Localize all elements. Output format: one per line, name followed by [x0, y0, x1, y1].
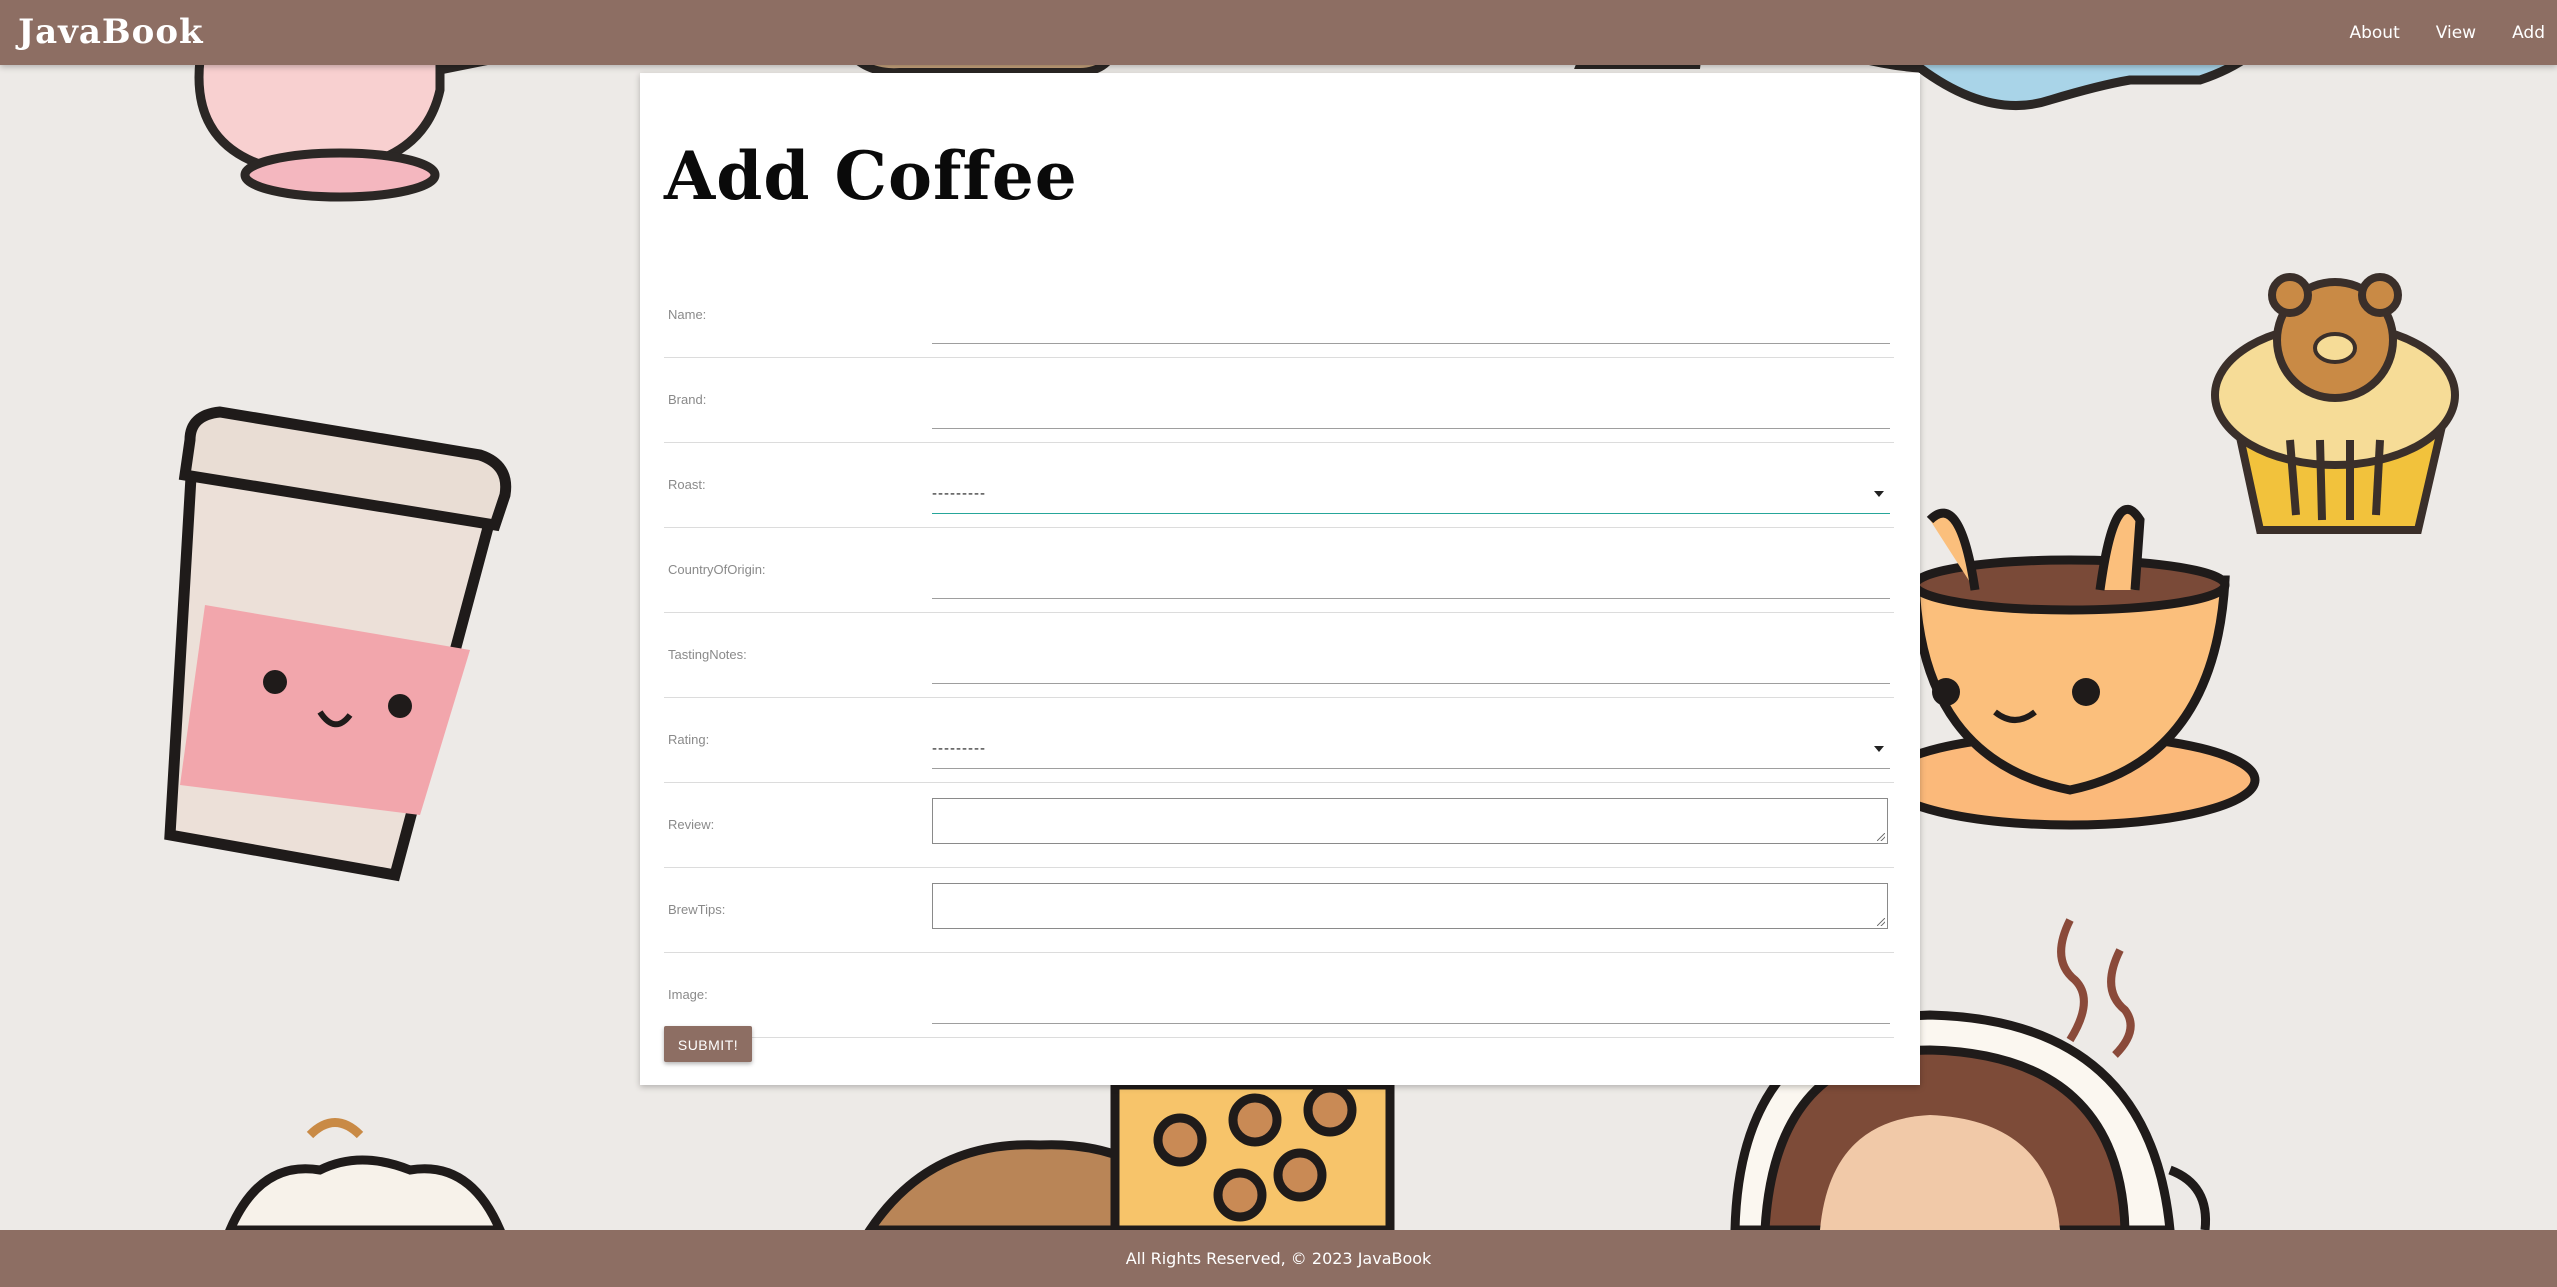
resize-grip-icon[interactable] — [1877, 833, 1885, 841]
nav-link-about[interactable]: About — [2349, 23, 2399, 43]
nav-links: About View Add — [2313, 0, 2545, 65]
image-label: Image: — [668, 987, 708, 1002]
nav-link-view[interactable]: View — [2436, 23, 2476, 43]
image-input[interactable] — [932, 993, 1890, 1024]
steam-illustration — [2057, 918, 2135, 1058]
review-row: Review: — [664, 783, 1894, 868]
country-of-origin-label: CountryOfOrigin: — [668, 562, 766, 577]
roast-select-value: --------- — [932, 485, 986, 502]
review-label: Review: — [668, 817, 715, 832]
cat-coffee-cup-illustration — [164, 406, 512, 882]
add-coffee-card: Add Coffee Name: Brand: Roast: ---------… — [640, 73, 1920, 1085]
brew-tips-textarea[interactable] — [932, 883, 1888, 929]
brand-row: Brand: — [664, 358, 1894, 443]
tasting-notes-input[interactable] — [932, 653, 1890, 684]
bear-cupcake-illustration — [2211, 273, 2459, 534]
brand-label: Brand: — [668, 392, 707, 407]
country-of-origin-input[interactable] — [932, 568, 1890, 599]
pink-teapot-illustration — [194, 50, 491, 202]
country-of-origin-row: CountryOfOrigin: — [664, 528, 1894, 613]
image-row: Image: — [664, 953, 1894, 1038]
rating-select-value: --------- — [932, 740, 986, 757]
submit-button[interactable]: SUBMIT! — [664, 1026, 752, 1062]
resize-grip-icon[interactable] — [1877, 918, 1885, 926]
page-title: Add Coffee — [664, 137, 1078, 215]
tasting-notes-label: TastingNotes: — [668, 647, 747, 662]
brand-logo[interactable]: JavaBook — [18, 8, 204, 56]
roast-select[interactable]: --------- — [932, 479, 1890, 514]
roast-label: Roast: — [668, 477, 706, 492]
chevron-down-icon — [1874, 746, 1884, 752]
brew-tips-label: BrewTips: — [668, 902, 726, 917]
bunny-cup-illustration — [1880, 504, 2260, 830]
brew-tips-row: BrewTips: — [664, 868, 1894, 953]
rating-row: Rating: --------- — [664, 698, 1894, 783]
rating-select[interactable]: --------- — [932, 734, 1890, 769]
brand-input[interactable] — [932, 398, 1890, 429]
nav-link-add[interactable]: Add — [2512, 23, 2545, 43]
name-row: Name: — [664, 273, 1894, 358]
footer-copyright: All Rights Reserved, © 2023 JavaBook — [1125, 1249, 1432, 1268]
tasting-notes-row: TastingNotes: — [664, 613, 1894, 698]
review-textarea[interactable] — [932, 798, 1888, 844]
chevron-down-icon — [1874, 491, 1884, 497]
name-input[interactable] — [932, 313, 1890, 344]
top-navbar: JavaBook About View Add — [0, 0, 2557, 65]
roast-row: Roast: --------- — [664, 443, 1894, 528]
name-label: Name: — [668, 307, 707, 322]
page-footer: All Rights Reserved, © 2023 JavaBook — [0, 1230, 2557, 1287]
rating-label: Rating: — [668, 732, 710, 747]
page-title-wrap: Add Coffee — [664, 131, 1078, 221]
